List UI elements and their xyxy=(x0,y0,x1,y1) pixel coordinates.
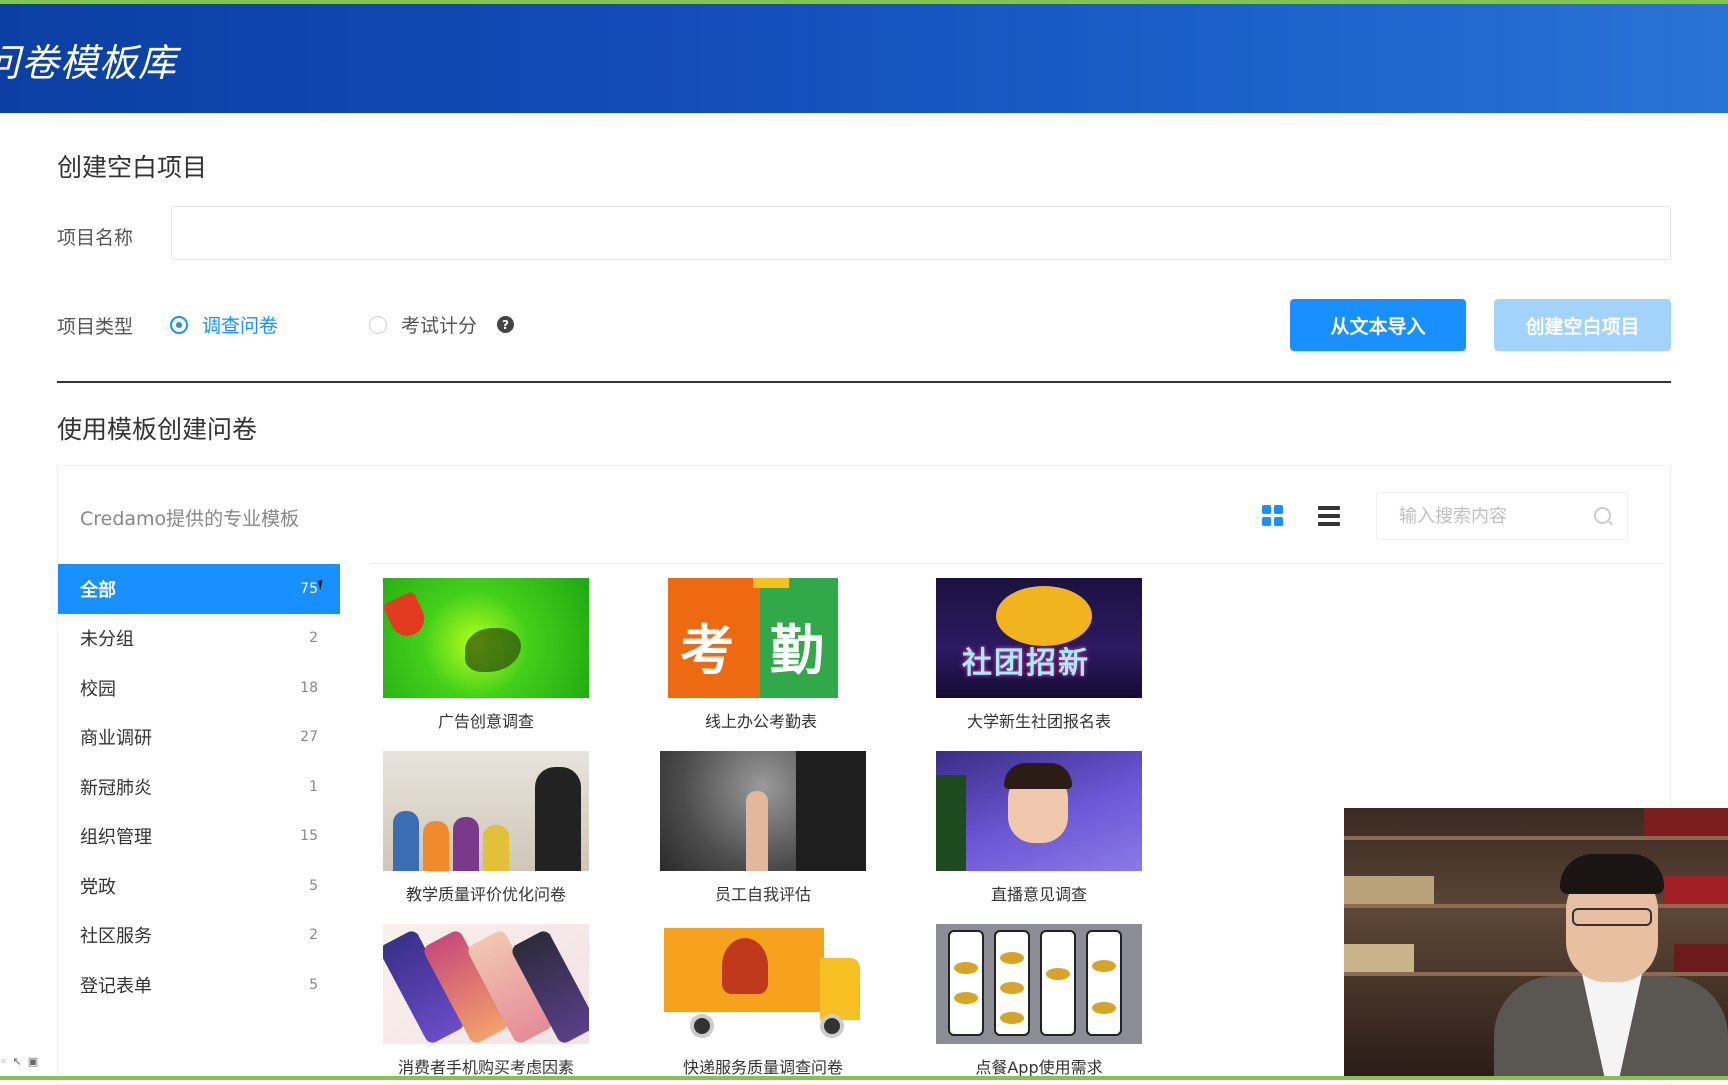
project-name-input[interactable] xyxy=(171,206,1671,260)
template-thumbnail: 考 勤 xyxy=(658,578,864,698)
template-thumbnail xyxy=(383,924,589,1044)
radio-exam-label: 考试计分 xyxy=(401,315,478,337)
category-count: 2 xyxy=(309,927,318,944)
category-item-covid[interactable]: 新冠肺炎 1 xyxy=(58,762,340,812)
template-title: 线上办公考勤表 xyxy=(704,712,817,731)
section-divider xyxy=(57,381,1671,383)
template-title: 快递服务质量调查问卷 xyxy=(682,1058,843,1077)
category-count: 5 xyxy=(309,877,318,894)
template-card[interactable]: 快递服务质量调查问卷 xyxy=(660,924,866,1078)
category-label: 党政 xyxy=(80,876,116,898)
category-item-party-government[interactable]: 党政 5 xyxy=(58,861,340,911)
template-card[interactable]: 考 勤 线上办公考勤表 xyxy=(658,578,864,732)
thumbnail-text: 社团招新 xyxy=(962,646,1090,681)
template-thumbnail xyxy=(660,751,866,871)
create-blank-project-button[interactable]: 创建空白项目 xyxy=(1494,299,1671,351)
templates-section-title: 使用模板创建问卷 xyxy=(57,415,258,444)
template-title: 点餐App使用需求 xyxy=(975,1058,1103,1077)
category-label: 新冠肺炎 xyxy=(80,777,152,799)
category-label: 社区服务 xyxy=(80,926,152,948)
template-title: 员工自我评估 xyxy=(714,885,811,904)
template-search-input[interactable] xyxy=(1376,492,1628,540)
question-circle-icon[interactable]: ? xyxy=(497,316,515,333)
template-thumbnail xyxy=(383,751,589,871)
radio-survey[interactable]: 调查问卷 xyxy=(170,311,278,338)
category-label: 校园 xyxy=(80,678,116,700)
template-card[interactable]: 消费者手机购买考虑因素 xyxy=(383,924,589,1078)
category-item-ungrouped[interactable]: 未分组 2 xyxy=(58,614,340,664)
category-item-all[interactable]: 全部 75 xyxy=(58,564,340,614)
grid-top-border xyxy=(370,563,1664,564)
list-view-icon[interactable] xyxy=(1318,505,1340,527)
category-item-campus[interactable]: 校园 18 xyxy=(58,663,340,713)
category-count: 1 xyxy=(309,778,318,795)
template-card[interactable]: 社团招新 大学新生社团报名表 xyxy=(936,578,1142,732)
tool-icons: ◦↖▣ xyxy=(0,1055,45,1068)
page-header: 问卷模板库 xyxy=(0,4,1728,113)
category-label: 商业调研 xyxy=(80,728,152,750)
category-count: 75 xyxy=(300,580,318,597)
create-blank-section-title: 创建空白项目 xyxy=(57,153,208,182)
radio-survey-label: 调查问卷 xyxy=(202,315,279,337)
template-card[interactable]: 直播意见调查 xyxy=(936,751,1142,905)
webcam-overlay xyxy=(1344,808,1728,1076)
search-icon[interactable] xyxy=(1594,507,1611,524)
category-sidebar: 全部 75 未分组 2 校园 18 商业调研 27 新冠肺炎 1 组织管理 15… xyxy=(58,564,340,1010)
grid-view-icon[interactable] xyxy=(1262,505,1284,527)
template-title: 直播意见调查 xyxy=(990,885,1087,904)
thumbnail-text: 勤 xyxy=(770,619,824,682)
template-card[interactable]: 广告创意调查 xyxy=(383,578,589,732)
page-title: 问卷模板库 xyxy=(0,41,178,85)
template-title: 大学新生社团报名表 xyxy=(966,712,1111,731)
category-item-org-management[interactable]: 组织管理 15 xyxy=(58,812,340,862)
category-count: 2 xyxy=(309,630,318,647)
radio-survey-dot[interactable] xyxy=(170,315,188,334)
template-title: 消费者手机购买考虑因素 xyxy=(397,1058,574,1077)
template-thumbnail xyxy=(936,924,1142,1044)
template-thumbnail xyxy=(660,924,866,1044)
project-type-label: 项目类型 xyxy=(57,316,134,338)
category-count: 27 xyxy=(300,729,318,746)
template-thumbnail xyxy=(936,751,1142,871)
templates-panel-title: Credamo提供的专业模板 xyxy=(80,508,300,530)
template-card[interactable]: 教学质量评价优化问卷 xyxy=(383,751,589,905)
category-count: 15 xyxy=(300,828,318,845)
category-item-community-service[interactable]: 社区服务 2 xyxy=(58,911,340,961)
category-item-registration-form[interactable]: 登记表单 5 xyxy=(58,960,340,1010)
template-title: 广告创意调查 xyxy=(437,712,534,731)
radio-exam[interactable]: 考试计分 ? xyxy=(369,311,515,338)
template-title: 教学质量评价优化问卷 xyxy=(405,885,566,904)
category-label: 未分组 xyxy=(80,629,134,651)
thumbnail-text: 考 xyxy=(680,619,734,682)
category-count: 5 xyxy=(309,976,318,993)
category-item-business-research[interactable]: 商业调研 27 xyxy=(58,713,340,763)
bottom-accent-line xyxy=(0,1076,1728,1080)
import-from-text-button[interactable]: 从文本导入 xyxy=(1290,299,1466,351)
template-thumbnail xyxy=(383,578,589,698)
category-count: 18 xyxy=(300,679,318,696)
category-label: 登记表单 xyxy=(80,975,152,997)
radio-exam-dot[interactable] xyxy=(369,315,387,334)
project-name-label: 项目名称 xyxy=(57,227,134,249)
category-label: 全部 xyxy=(80,579,116,601)
template-thumbnail: 社团招新 xyxy=(936,578,1142,698)
category-label: 组织管理 xyxy=(80,827,152,849)
template-card[interactable]: 员工自我评估 xyxy=(660,751,866,905)
template-card[interactable]: 点餐App使用需求 xyxy=(936,924,1142,1078)
